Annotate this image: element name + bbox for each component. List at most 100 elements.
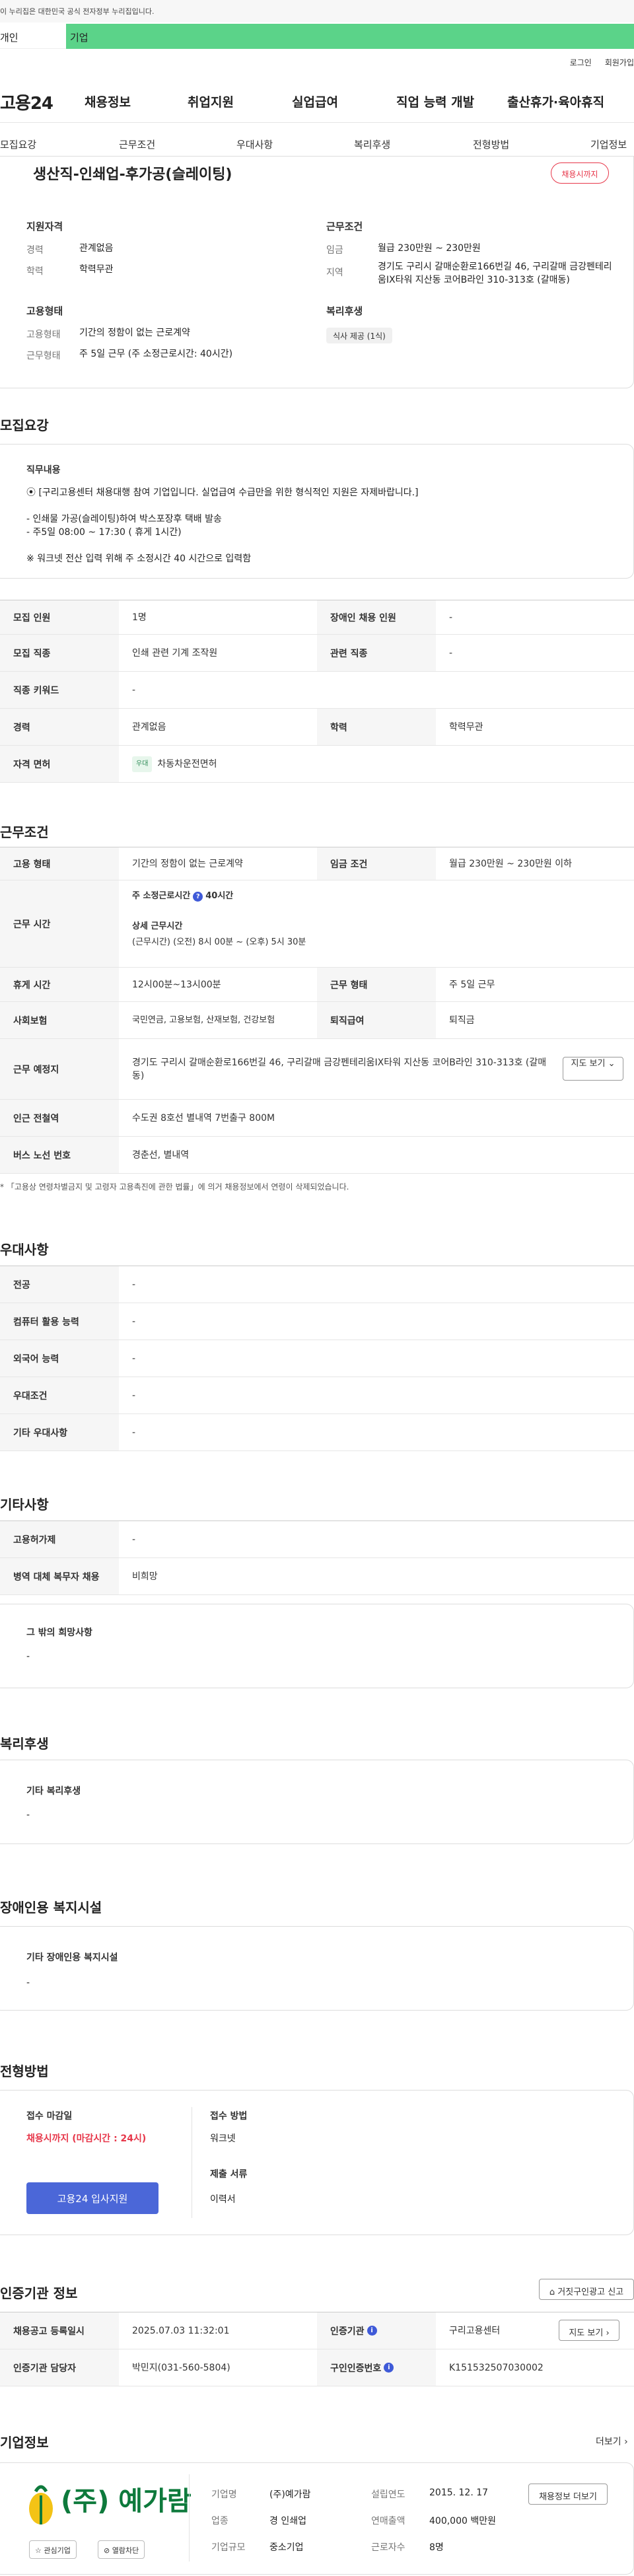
company-more-label: 더보기 [596, 2437, 621, 2447]
company-jobs-button[interactable]: 채용정보 더보기 [528, 2484, 608, 2505]
table-header-cell: 직종 키워드 [0, 672, 119, 708]
career-key: 경력 [26, 245, 44, 256]
wage-value: 월급 230만원 ~ 230만원 [378, 243, 481, 254]
table-header-cell: 근무 시간 [0, 880, 119, 967]
gnb-unemployment-benefit[interactable]: 실업급여 [292, 92, 338, 110]
table-cell: 경기도 구리시 갈매순환로166번길 46, 구리갈매 금강펜테리움IX타워 지… [132, 1057, 547, 1081]
anchor-recruit[interactable]: 모집요강 [0, 137, 36, 151]
table-header-cell: 인증기관 담당자 [0, 2349, 119, 2386]
table-row: 인근 전철역 수도권 8호선 별내역 7번출구 800M [0, 1100, 634, 1137]
report-fake-ad-label: 거짓구인광고 신고 [557, 2287, 624, 2297]
company-more-link[interactable]: 더보기 › [596, 2435, 628, 2448]
etc-section-title: 기타사항 [0, 1497, 49, 1513]
login-link[interactable]: 로그인 [570, 57, 592, 68]
founded-value: 2015. 12. 17 [429, 2487, 489, 2498]
block-label: 열람차단 [112, 2546, 139, 2555]
conditions-heading: 근무조건 [326, 221, 363, 233]
table-header-cell: 외국어 능력 [0, 1340, 119, 1377]
industry-key: 업종 [211, 2516, 229, 2526]
region-key: 지역 [326, 268, 343, 278]
docs-value: 이력서 [210, 2194, 236, 2205]
conditions-section-title: 근무조건 [0, 824, 49, 840]
anchor-company[interactable]: 기업정보 [590, 137, 627, 151]
welfare-box-heading: 기타 복리후생 [26, 1786, 81, 1797]
staff-value: 8명 [429, 2542, 444, 2553]
favorite-label: 관심기업 [44, 2546, 71, 2555]
weekly-hours-label: 주 소정근로시간 [132, 891, 191, 901]
anchor-welfare[interactable]: 복리후생 [354, 137, 390, 151]
table-header-cell: 채용공고 등록일시 [0, 2312, 119, 2349]
anchor-selection[interactable]: 전형방법 [473, 137, 509, 151]
table-row: 근무 시간 주 소정근로시간? 40시간 상세 근무시간 (근무시간) (오전) … [0, 880, 634, 968]
table-cell: 수도권 8호선 별내역 7번출구 800M [132, 1112, 275, 1124]
info-icon[interactable]: i [384, 2363, 394, 2373]
gnb-jobs[interactable]: 채용정보 [85, 92, 131, 110]
anchor-conditions[interactable]: 근무조건 [119, 137, 155, 151]
table-cell: 박민지(031-560-5804) [132, 2362, 230, 2373]
welfare-heading: 복리후생 [326, 305, 363, 317]
company-name-value: (주)예가람 [269, 2489, 311, 2500]
tab-company[interactable]: 기업 [66, 24, 634, 49]
preferred-chip: 우대 [132, 756, 153, 772]
tab-personal[interactable]: 개인 [0, 24, 66, 49]
table-header-cell: 경력 [0, 709, 119, 745]
block-view-button[interactable]: ⊘ 열람차단 [98, 2540, 145, 2559]
preference-section-title: 우대사항 [0, 1242, 49, 1258]
table-row: 채용공고 등록일시 2025.07.03 11:32:01 인증기관 i 구리고용… [0, 2312, 634, 2349]
block-icon: ⊘ [104, 2546, 110, 2555]
etc-extra-heading: 그 밖의 희망사항 [26, 1628, 92, 1638]
table-header-cell: 고용 형태 [0, 847, 119, 880]
user-type-tabs: 개인 기업 [0, 24, 634, 49]
info-icon[interactable]: ? [193, 892, 203, 902]
gnb-employment-support[interactable]: 취업지원 [188, 92, 234, 110]
company-name-key: 기업명 [211, 2489, 237, 2500]
table-row: 고용허가제 - [0, 1521, 634, 1558]
etc-extra-value: - [26, 1651, 30, 1662]
method-value: 워크넷 [210, 2133, 236, 2144]
table-row: 외국어 능력 - [0, 1340, 634, 1377]
deadline-badge: 채용시까지 [551, 162, 609, 184]
employment-type-heading: 고용형태 [26, 305, 63, 317]
region-value: 경기도 구리시 갈매순환로166번길 46, 구리갈매 금강펜테리움IX타워 지… [378, 262, 612, 285]
report-fake-ad-button[interactable]: ⌂ 거짓구인광고 신고 [539, 2279, 634, 2300]
age-discrimination-note: * 「고용상 연령차별금지 및 고령자 고용촉진에 관한 법률」에 의거 채용정… [0, 1182, 349, 1192]
table-cell: 구리고용센터 [449, 2325, 501, 2336]
agency-key: 인증기관 [330, 2326, 365, 2337]
agency-map-button[interactable]: 지도 보기 › [559, 2320, 619, 2341]
info-icon[interactable]: i [367, 2326, 377, 2336]
gnb-parental-leave[interactable]: 출산휴가·육아휴직 [507, 92, 604, 110]
cert-number-key: 구인인증번호 [330, 2363, 382, 2374]
gnb-vocational-training[interactable]: 직업 능력 개발 [396, 92, 474, 110]
table-row: 우대조건 - [0, 1377, 634, 1414]
preference-table: 전공 - 컴퓨터 활용 능력 - 외국어 능력 - 우대조건 - 기타 우대사항… [0, 1266, 634, 1451]
agency-map-label: 지도 보기 [569, 2328, 604, 2338]
table-header-cell: 학력 [317, 709, 436, 745]
docs-heading: 제출 서류 [210, 2169, 248, 2180]
table-row: 컴퓨터 활용 능력 - [0, 1303, 634, 1340]
table-cell: - [132, 1534, 136, 1545]
disabled-box-heading: 기타 장애인용 복지시설 [26, 1952, 118, 1963]
education-key: 학력 [26, 266, 44, 277]
table-cell: 관계없음 [132, 721, 166, 733]
chevron-right-icon: › [606, 2328, 610, 2338]
sales-key: 연매출액 [371, 2516, 405, 2526]
industry-value: 경 인쇄업 [269, 2516, 306, 2526]
table-header-cell: 우대조건 [0, 1377, 119, 1413]
apply-button[interactable]: 고용24 입사지원 [26, 2182, 158, 2214]
table-cell: 2025.07.03 11:32:01 [132, 2325, 230, 2336]
disabled-section-title: 장애인용 복지시설 [0, 1900, 102, 1915]
table-cell: - [132, 1353, 136, 1364]
table-header-cell: 버스 노선 번호 [0, 1137, 119, 1173]
staff-key: 근로자수 [371, 2542, 405, 2553]
map-view-button[interactable]: 지도 보기 ⌄ [563, 1057, 623, 1081]
work-form-value: 주 5일 근무 (주 소정근로시간: 40시간) [79, 349, 233, 359]
signup-link[interactable]: 회원가입 [605, 57, 634, 68]
favorite-company-button[interactable]: ☆ 관심기업 [29, 2540, 77, 2559]
table-cell: 월급 230만원 ~ 230만원 이하 [449, 858, 573, 869]
table-header-cell: 휴게 시간 [0, 968, 119, 1001]
welfare-section-title: 복리후생 [0, 1736, 49, 1752]
table-row: 사회보험 국민연금, 고용보험, 산재보험, 건강보험 퇴직급여 퇴직금 [0, 1002, 634, 1039]
table-header-cell: 구인인증번호 i [317, 2349, 436, 2386]
anchor-preference[interactable]: 우대사항 [236, 137, 273, 151]
table-row: 휴게 시간 12시00분~13시00분 근무 형태 주 5일 근무 [0, 968, 634, 1002]
